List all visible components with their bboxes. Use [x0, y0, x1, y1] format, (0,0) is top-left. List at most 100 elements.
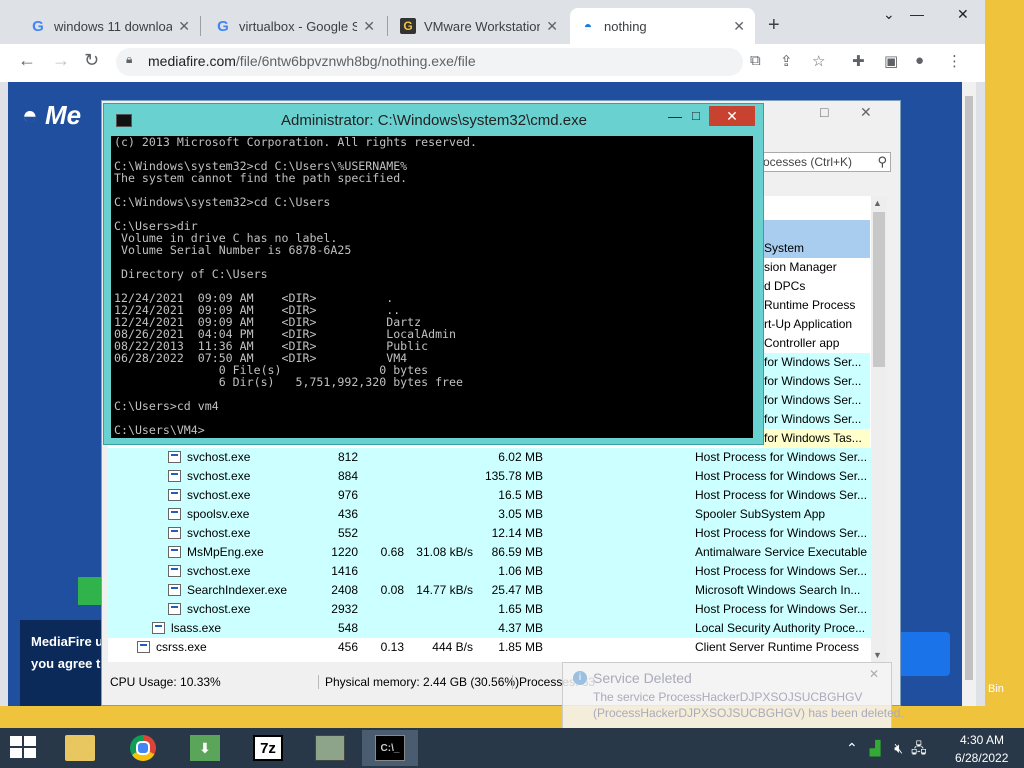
- search-input[interactable]: ocesses (Ctrl+K) ⚲: [758, 152, 891, 172]
- chevron-down-icon[interactable]: ⌄: [883, 6, 895, 23]
- maximize-icon[interactable]: □: [820, 104, 828, 120]
- block-icon[interactable]: ⧉: [750, 52, 761, 69]
- process-description[interactable]: for Windows Ser...: [762, 372, 870, 391]
- process-description: Host Process for Windows Ser...: [695, 488, 868, 502]
- process-description[interactable]: for Windows Tas...: [762, 429, 870, 448]
- menu-dots-icon[interactable]: ⋮: [947, 52, 962, 70]
- search-icon: ⚲: [877, 154, 887, 169]
- process-name: MsMpEng.exe: [187, 545, 264, 559]
- process-description[interactable]: for Windows Ser...: [762, 353, 870, 372]
- process-row[interactable]: svchost.exe 884 135.78 MB Host Process for …: [108, 467, 871, 486]
- process-icon: [168, 451, 181, 463]
- show-hidden-icons-icon[interactable]: ⌃: [846, 740, 858, 756]
- maximize-icon[interactable]: □: [692, 108, 700, 123]
- close-tab-icon[interactable]: ✕: [546, 18, 558, 35]
- scroll-up-icon[interactable]: ▲: [873, 198, 882, 208]
- process-row[interactable]: svchost.exe 552 12.14 MB Host Process for W…: [108, 524, 871, 543]
- page-scrollbar-thumb[interactable]: [965, 96, 973, 680]
- close-button[interactable]: ✕: [709, 106, 755, 126]
- process-description: Host Process for Windows Ser...: [695, 469, 868, 483]
- cookie-text: you agree to: [31, 656, 109, 671]
- process-hacker-icon[interactable]: [302, 730, 358, 766]
- process-description[interactable]: sion Manager: [762, 258, 870, 277]
- profile-avatar-icon[interactable]: ●: [915, 52, 924, 69]
- close-icon[interactable]: ✕: [860, 104, 872, 121]
- tab-virtualbox-search[interactable]: G virtualbox - Google Se ✕: [205, 8, 385, 44]
- window-close-icon[interactable]: ✕: [957, 6, 969, 23]
- process-icon: [168, 565, 181, 577]
- cmd-title: Administrator: C:\Windows\system32\cmd.e…: [281, 112, 587, 129]
- process-memory: 1.85 MB: [498, 640, 543, 654]
- start-button[interactable]: [10, 736, 38, 760]
- process-list-scrollbar-thumb[interactable]: [873, 212, 885, 367]
- process-row[interactable]: svchost.exe 812 6.02 MB Host Process for Wi…: [108, 448, 871, 467]
- extensions-icon[interactable]: ✚: [852, 52, 865, 70]
- close-tab-icon[interactable]: ✕: [178, 18, 190, 35]
- process-memory: 86.59 MB: [491, 545, 543, 559]
- process-name: SearchIndexer.exe: [187, 583, 288, 597]
- process-row[interactable]: csrss.exe 456 0.13 444 B/s 1.85 MB Client Ser…: [108, 638, 871, 657]
- process-description[interactable]: Controller app: [762, 334, 870, 353]
- 7zip-icon[interactable]: 7z: [240, 730, 296, 766]
- close-tab-icon[interactable]: ✕: [363, 18, 375, 35]
- process-name: svchost.exe: [187, 564, 251, 578]
- process-row[interactable]: svchost.exe 1416 1.06 MB Host Process for W…: [108, 562, 871, 581]
- recycle-bin-label[interactable]: Bin: [988, 683, 1004, 695]
- process-description[interactable]: rt-Up Application: [762, 315, 870, 334]
- minimize-icon[interactable]: —: [910, 6, 924, 22]
- process-description[interactable]: d DPCs: [762, 277, 870, 296]
- process-icon: [152, 622, 165, 634]
- mediafire-logo[interactable]: ◓ Me: [22, 100, 81, 131]
- process-row[interactable]: MsMpEng.exe 1220 0.68 31.08 kB/s 86.59 MB Ant…: [108, 543, 871, 562]
- forward-arrow-icon[interactable]: →: [52, 50, 70, 71]
- service-deleted-notification[interactable]: i Service Deleted The service ProcessHac…: [562, 662, 904, 730]
- side-panel-icon[interactable]: ▣: [884, 52, 898, 70]
- process-memory: 135.78 MB: [484, 469, 543, 483]
- lock-icon[interactable]: 🔒︎: [126, 52, 132, 67]
- process-pid: 2408: [331, 583, 358, 597]
- clock-time[interactable]: 4:30 AM: [960, 733, 1004, 747]
- tab-nothing[interactable]: ◓ nothing ✕: [570, 8, 755, 44]
- console-output[interactable]: (c) 2013 Microsoft Corporation. All righ…: [111, 136, 753, 438]
- bookmark-star-icon[interactable]: ☆: [812, 52, 825, 70]
- volume-muted-icon[interactable]: 🔇︎: [894, 740, 903, 756]
- process-hacker-tray-icon[interactable]: ▟: [870, 740, 881, 756]
- mediafire-logo-icon: ◓: [22, 100, 45, 130]
- chrome-icon[interactable]: [115, 730, 171, 766]
- process-description[interactable]: System: [762, 239, 870, 258]
- reload-icon[interactable]: ↻: [84, 50, 99, 71]
- clock-date[interactable]: 6/28/2022: [955, 751, 1008, 765]
- close-tab-icon[interactable]: ✕: [733, 18, 745, 35]
- process-row[interactable]: lsass.exe 548 4.37 MB Local Security Author…: [108, 619, 871, 638]
- process-row[interactable]: svchost.exe 976 16.5 MB Host Process for Wi…: [108, 486, 871, 505]
- process-icon: [168, 603, 181, 615]
- process-name: svchost.exe: [187, 602, 251, 616]
- installer-icon[interactable]: ⬇: [177, 730, 233, 766]
- close-icon[interactable]: ✕: [869, 667, 879, 681]
- process-row[interactable]: svchost.exe 2932 1.65 MB Host Process for W…: [108, 600, 871, 619]
- process-description[interactable]: for Windows Ser...: [762, 391, 870, 410]
- file-explorer-icon[interactable]: [52, 730, 108, 766]
- process-description[interactable]: Runtime Process: [762, 296, 870, 315]
- physical-memory: Physical memory: 2.44 GB (30.56%): [318, 675, 519, 689]
- network-icon[interactable]: 🖧: [911, 740, 927, 756]
- cmd-icon[interactable]: C:\_: [362, 730, 418, 766]
- vmware-icon: G: [400, 18, 416, 34]
- url-text[interactable]: mediafire.com/file/6ntw6bpvznwh8bg/nothi…: [148, 53, 476, 69]
- scroll-down-icon[interactable]: ▼: [873, 650, 882, 660]
- process-memory: 16.5 MB: [498, 488, 543, 502]
- process-description[interactable]: for Windows Ser...: [762, 410, 870, 429]
- process-io: 31.08 kB/s: [416, 545, 473, 559]
- process-icon: [168, 527, 181, 539]
- process-row[interactable]: SearchIndexer.exe 2408 0.08 14.77 kB/s 25.47…: [108, 581, 871, 600]
- minimize-icon[interactable]: —: [668, 108, 682, 124]
- notification-title: Service Deleted: [593, 670, 692, 686]
- tab-windows-11-download[interactable]: G windows 11 download ✕: [20, 8, 200, 44]
- tab-vmware-workstation[interactable]: G VMware Workstation P ✕: [390, 8, 568, 44]
- cmd-window-icon[interactable]: [116, 114, 132, 127]
- process-row[interactable]: spoolsv.exe 436 3.05 MB Spooler SubSystem A…: [108, 505, 871, 524]
- new-tab-button[interactable]: +: [768, 14, 780, 37]
- back-arrow-icon[interactable]: ←: [18, 50, 36, 71]
- process-name: svchost.exe: [187, 488, 251, 502]
- share-icon[interactable]: ⇪: [780, 52, 793, 70]
